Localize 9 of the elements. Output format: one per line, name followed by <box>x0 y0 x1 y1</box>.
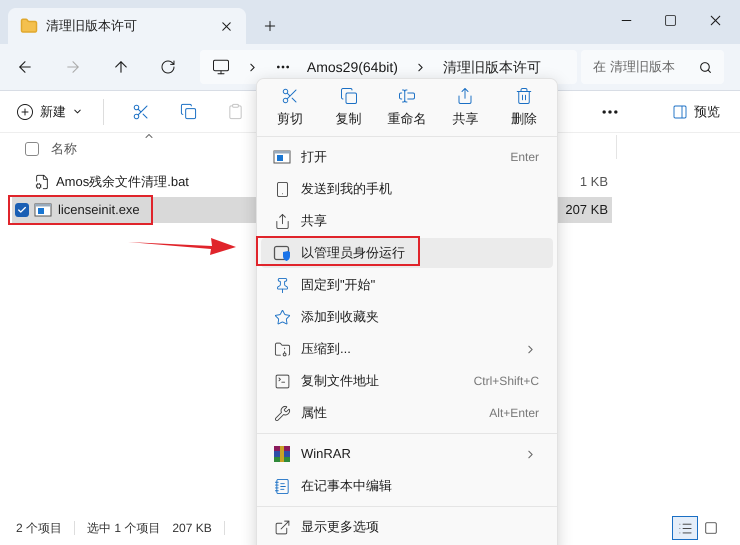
file-size: 1 KB <box>580 173 608 192</box>
status-size: 207 KB <box>172 520 212 537</box>
search-placeholder: 在 清理旧版本 <box>593 58 675 76</box>
status-selection: 选中 1 个项目 <box>87 520 160 537</box>
file-name: Amos残余文件清理.bat <box>56 173 189 192</box>
status-count: 2 个项目 <box>16 520 62 537</box>
file-size: 207 KB <box>565 201 608 220</box>
tab-title: 清理旧版本许可 <box>46 17 138 36</box>
file-name: licenseinit.exe <box>58 201 140 220</box>
